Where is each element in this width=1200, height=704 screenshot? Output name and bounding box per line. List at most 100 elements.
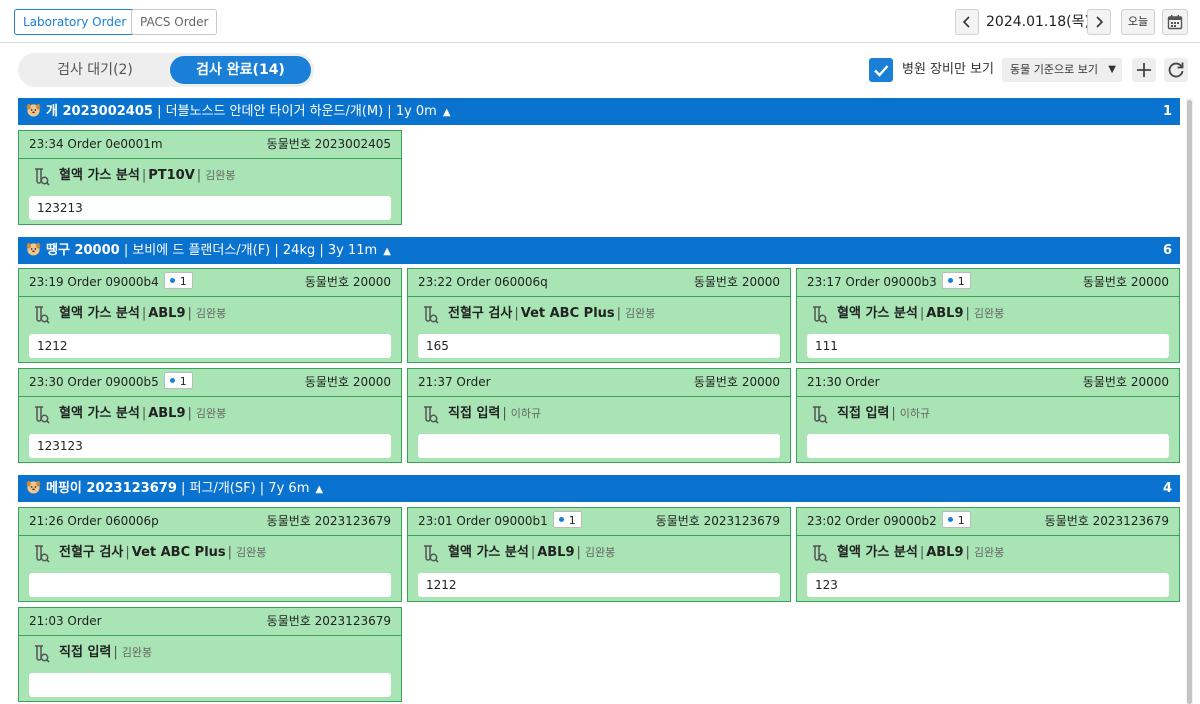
device-name: ABL9 — [537, 545, 575, 560]
result-field[interactable]: 165 — [418, 334, 780, 358]
staff-name: 김완봉 — [121, 646, 153, 659]
check-icon — [874, 65, 889, 77]
order-card[interactable]: 23:01 Order 09000b1 1 동물번호 2023123679 혈액 … — [407, 507, 791, 602]
order-badge: 1 — [941, 272, 971, 289]
tab-pacs-order[interactable]: PACS Order — [131, 9, 218, 35]
order-card[interactable]: 21:37 Order 동물번호 20000 직접 입력 | 이하규 — [407, 368, 791, 463]
order-card[interactable]: 21:26 Order 060006p 동물번호 2023123679 전혈구 … — [18, 507, 402, 602]
test-tube-search-icon — [813, 406, 828, 424]
device-name: ABL9 — [148, 306, 186, 321]
exam-name: 혈액 가스 분석 — [837, 545, 918, 560]
result-field[interactable]: 111 — [807, 334, 1169, 358]
animal-number: 동물번호 2023123679 — [655, 514, 780, 528]
tab-laboratory-order[interactable]: Laboratory Order — [14, 9, 136, 35]
staff-name: 김완봉 — [584, 546, 616, 559]
card-body: 직접 입력 | 이하규 — [408, 397, 790, 431]
card-body: 직접 입력 | 이하규 — [797, 397, 1179, 431]
result-field[interactable] — [29, 573, 391, 597]
hospital-device-checkbox[interactable] — [869, 58, 893, 82]
order-time: 21:26 — [29, 514, 64, 528]
exam-name: 혈액 가스 분석 — [59, 306, 140, 321]
prev-date-button[interactable] — [955, 9, 979, 35]
toggle-done[interactable]: 검사 완료(14) — [170, 56, 311, 84]
animal-number: 동물번호 20000 — [1082, 375, 1169, 389]
device-name: ABL9 — [926, 306, 964, 321]
exam-name: 혈액 가스 분석 — [837, 306, 918, 321]
order-id: Order — [67, 614, 102, 628]
group-age: 3y 11m — [327, 243, 378, 258]
card-header: 23:30 Order 09000b5 1 동물번호 20000 — [19, 369, 401, 397]
result-field[interactable] — [807, 434, 1169, 458]
staff-name: 김완봉 — [973, 307, 1005, 320]
result-field[interactable]: 123213 — [29, 196, 391, 220]
result-field[interactable] — [29, 673, 391, 697]
group-age: 1y 0m — [395, 104, 437, 119]
order-badge: 1 — [163, 272, 193, 289]
order-badge: 1 — [941, 511, 971, 528]
toggle-waiting[interactable]: 검사 대기(2) — [22, 56, 168, 84]
caret-up-icon[interactable]: ▲ — [443, 107, 451, 118]
result-field[interactable] — [418, 434, 780, 458]
result-field[interactable]: 123 — [807, 573, 1169, 597]
card-header: 23:01 Order 09000b1 1 동물번호 2023123679 — [408, 508, 790, 536]
view-mode-select[interactable]: 동물 기준으로 보기 ▼ — [1002, 58, 1122, 82]
result-field[interactable]: 123123 — [29, 434, 391, 458]
card-header: 23:34 Order 0e0001m 동물번호 2023002405 — [19, 131, 401, 159]
next-date-button[interactable] — [1087, 9, 1111, 35]
order-card[interactable]: 21:30 Order 동물번호 20000 직접 입력 | 이하규 — [796, 368, 1180, 463]
group-count: 6 — [1162, 243, 1172, 258]
order-time: 23:17 — [807, 275, 842, 289]
staff-name: 이하규 — [510, 407, 542, 420]
result-field[interactable]: 1212 — [418, 573, 780, 597]
add-button[interactable] — [1132, 58, 1156, 82]
device-name: ABL9 — [148, 406, 186, 421]
order-id: Order 09000b3 — [845, 275, 937, 289]
order-card[interactable]: 23:17 Order 09000b3 1 동물번호 20000 혈액 가스 분석… — [796, 268, 1180, 363]
test-tube-search-icon — [35, 406, 50, 424]
order-id: Order — [845, 375, 880, 389]
staff-name: 김완봉 — [973, 546, 1005, 559]
card-header: 23:17 Order 09000b3 1 동물번호 20000 — [797, 269, 1179, 297]
animal-number: 동물번호 2023123679 — [266, 514, 391, 528]
order-card[interactable]: 23:19 Order 09000b4 1 동물번호 20000 혈액 가스 분석… — [18, 268, 402, 363]
device-name: Vet ABC Plus — [131, 545, 226, 560]
caret-up-icon[interactable]: ▲ — [315, 484, 323, 495]
order-card[interactable]: 23:02 Order 09000b2 1 동물번호 2023123679 혈액 … — [796, 507, 1180, 602]
chevron-right-icon — [1096, 16, 1104, 28]
animal-number: 동물번호 20000 — [304, 375, 391, 389]
test-tube-search-icon — [813, 306, 828, 324]
order-time: 23:34 — [29, 137, 64, 151]
device-name: ABL9 — [926, 545, 964, 560]
order-id: Order 09000b5 — [67, 375, 159, 389]
card-body: 전혈구 검사 | Vet ABC Plus | 김완봉 — [408, 297, 790, 331]
card-header: 23:02 Order 09000b2 1 동물번호 2023123679 — [797, 508, 1179, 536]
animal-number: 동물번호 2023002405 — [266, 137, 391, 151]
refresh-button[interactable] — [1164, 58, 1188, 82]
scrollbar-thumb[interactable] — [1187, 100, 1192, 704]
result-field[interactable]: 1212 — [29, 334, 391, 358]
card-header: 23:22 Order 060006q 동물번호 20000 — [408, 269, 790, 297]
caret-up-icon[interactable]: ▲ — [383, 246, 391, 257]
card-body: 전혈구 검사 | Vet ABC Plus | 김완봉 — [19, 536, 401, 570]
order-card[interactable]: 23:34 Order 0e0001m 동물번호 2023002405 혈액 가… — [18, 130, 402, 225]
group-info: 더블노스드 안데안 타이거 하운드/개(M) — [165, 104, 384, 119]
chevron-left-icon — [962, 16, 970, 28]
today-button[interactable]: 오늘 — [1121, 9, 1155, 35]
caret-down-icon: ▼ — [1108, 64, 1116, 75]
order-card[interactable]: 23:22 Order 060006q 동물번호 20000 전혈구 검사 | Ve… — [407, 268, 791, 363]
test-tube-search-icon — [35, 645, 50, 663]
calendar-button[interactable] — [1162, 9, 1188, 35]
order-time: 23:02 — [807, 514, 842, 528]
order-card[interactable]: 21:03 Order 동물번호 2023123679 직접 입력 | 김완봉 — [18, 607, 402, 702]
group-name: 메핑이 2023123679 — [46, 481, 177, 496]
hospital-device-label: 병원 장비만 보기 — [902, 62, 994, 77]
test-tube-search-icon — [424, 306, 439, 324]
group-header[interactable]: 메핑이 2023123679 | 퍼그/개(SF) | 7y 6m ▲ 4 — [18, 475, 1180, 502]
order-card[interactable]: 23:30 Order 09000b5 1 동물번호 20000 혈액 가스 분석… — [18, 368, 402, 463]
group-header[interactable]: 개 2023002405 | 더블노스드 안데안 타이거 하운드/개(M) | … — [18, 98, 1180, 125]
device-name: PT10V — [148, 168, 195, 183]
group-header[interactable]: 땡구 20000 | 보비에 드 플랜더스/개(F) | 24kg | 3y 1… — [18, 237, 1180, 264]
staff-name: 김완봉 — [236, 546, 267, 559]
current-date: 2024.01.18(목) — [986, 14, 1090, 30]
pet-avatar-icon — [26, 480, 41, 494]
